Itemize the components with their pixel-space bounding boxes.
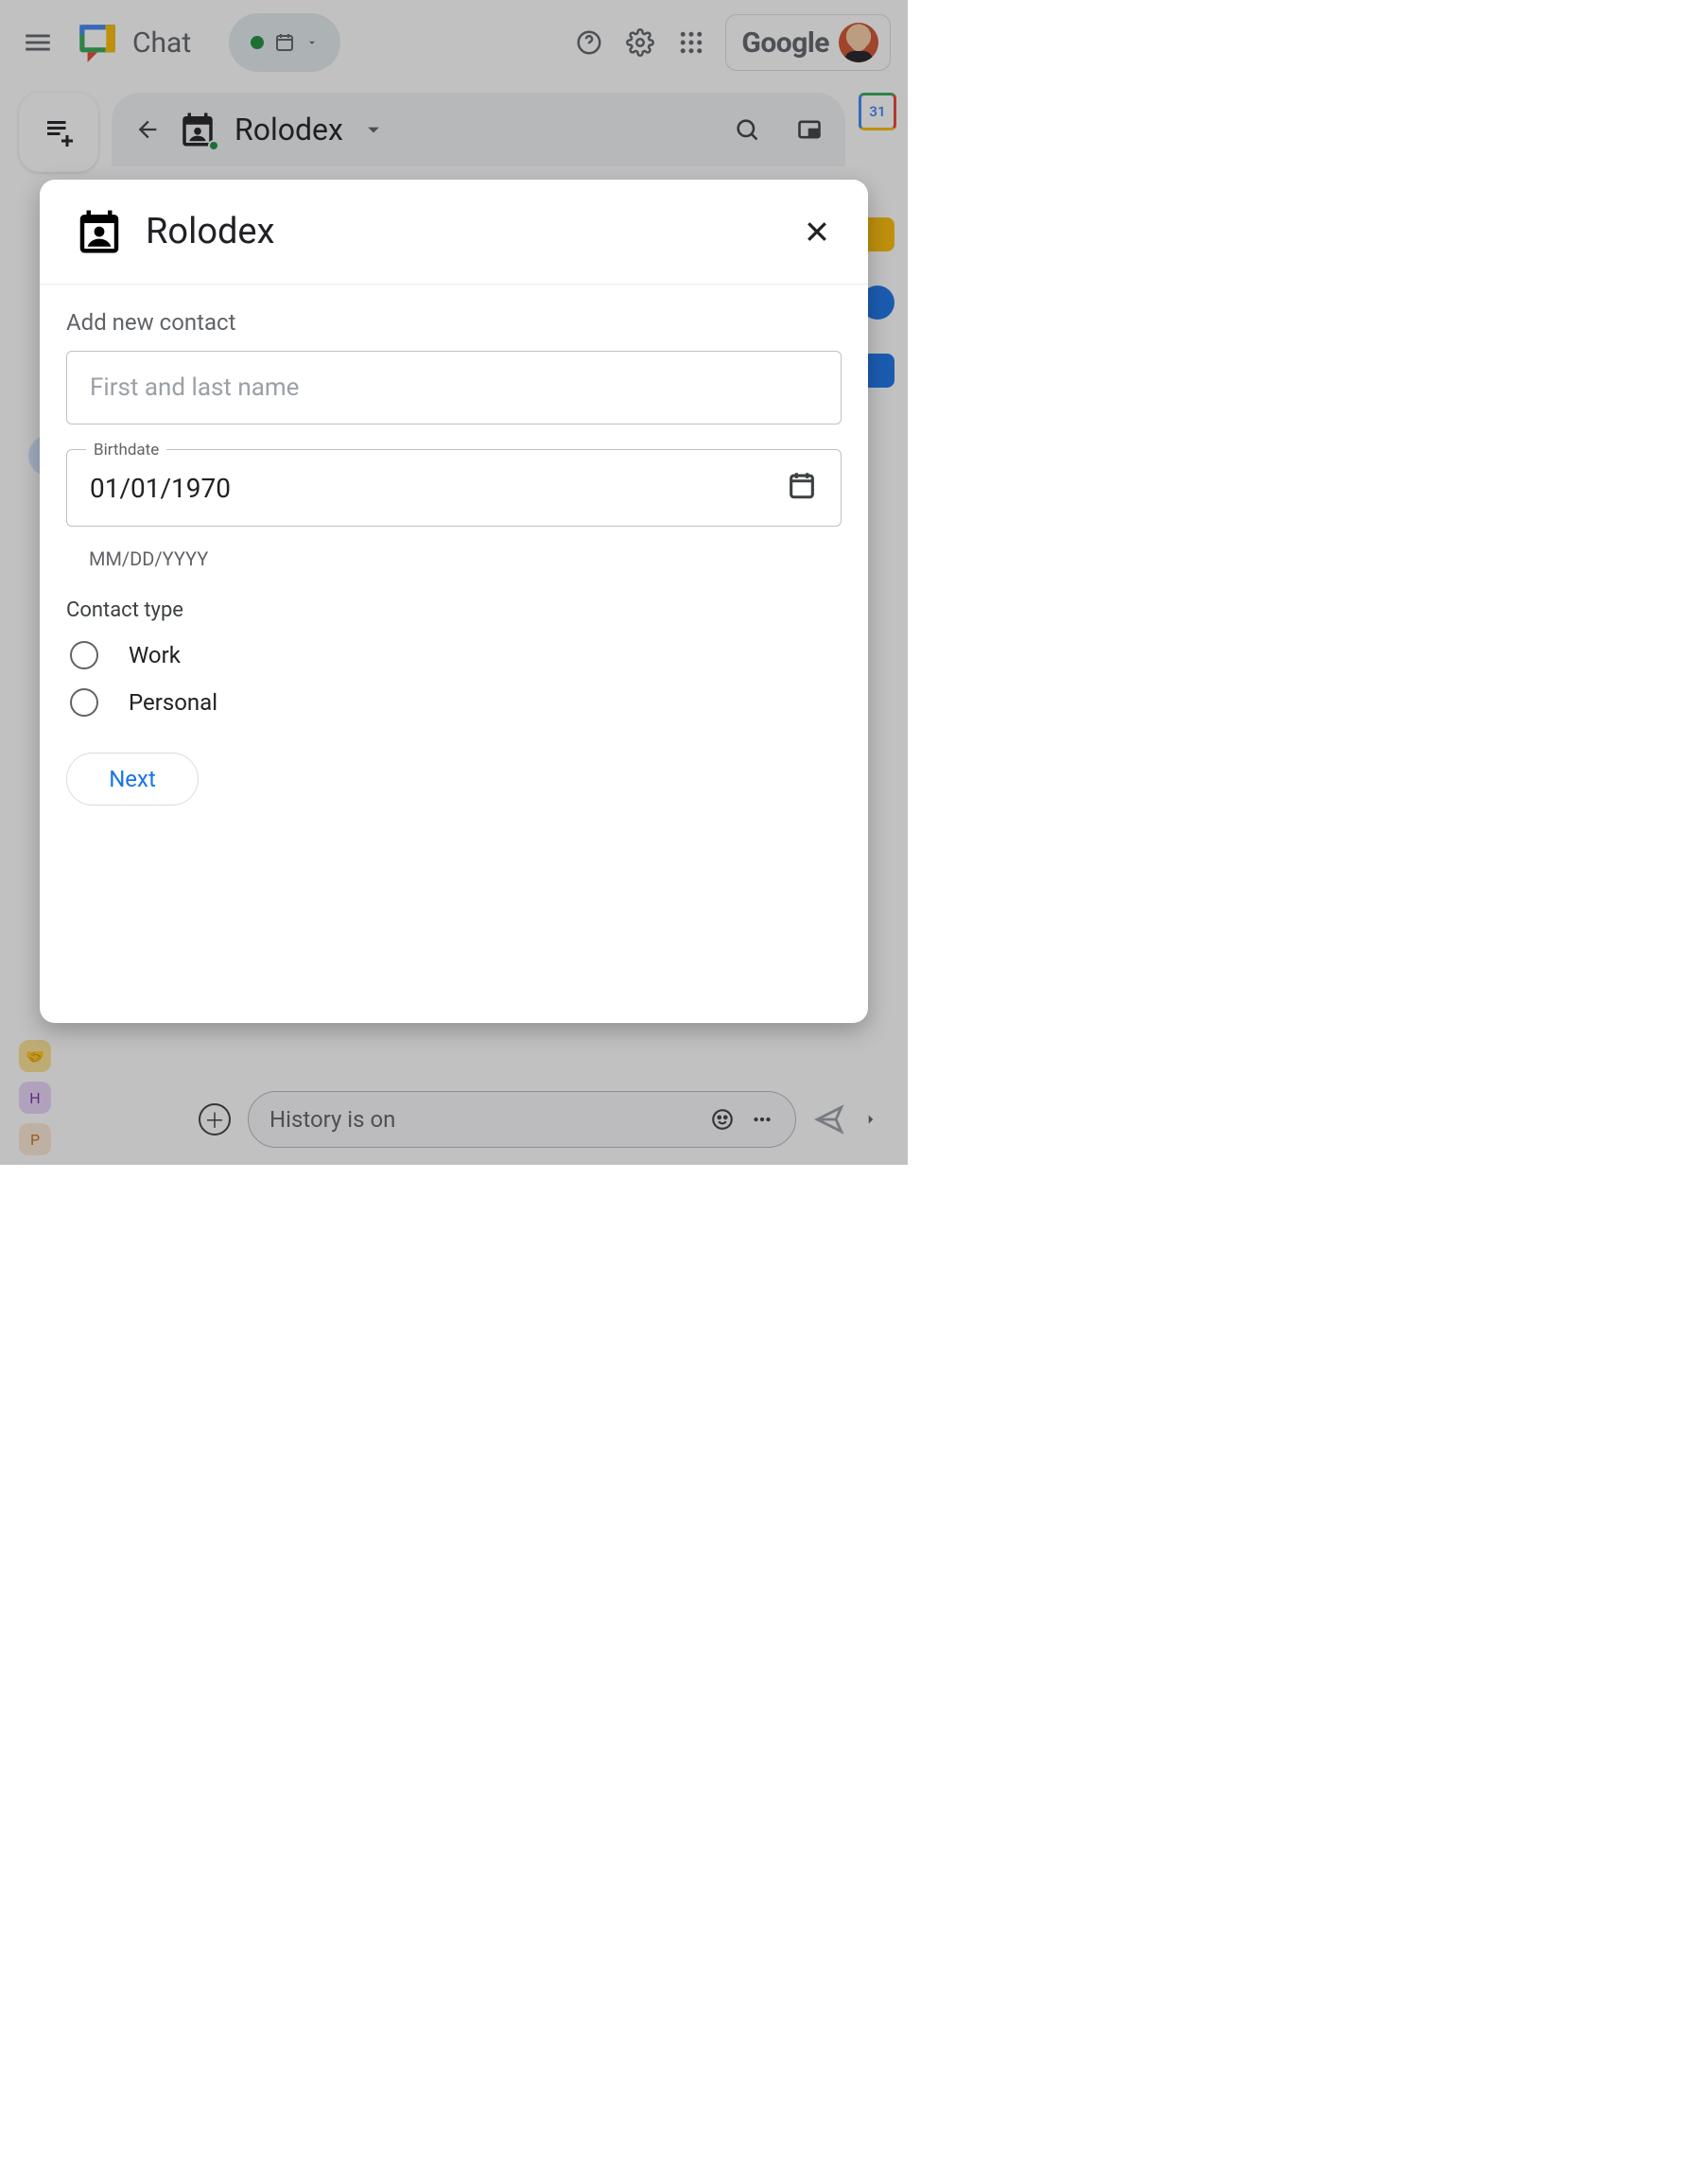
name-input[interactable]: First and last name — [66, 351, 842, 425]
next-button[interactable]: Next — [66, 753, 199, 806]
section-heading: Add new contact — [66, 309, 842, 336]
next-label: Next — [109, 766, 156, 792]
contact-type-label: Contact type — [66, 598, 842, 622]
rolodex-dialog: Rolodex Add new contact First and last n… — [40, 180, 868, 1023]
radio-work[interactable]: Work — [70, 641, 842, 669]
radio-icon — [70, 688, 98, 717]
birthdate-label: Birthdate — [86, 441, 166, 459]
birthdate-value: 01/01/1970 — [90, 473, 231, 504]
close-icon — [803, 217, 831, 246]
name-placeholder: First and last name — [90, 373, 299, 402]
date-picker-icon[interactable] — [786, 469, 818, 508]
radio-label-personal: Personal — [129, 689, 217, 716]
close-button[interactable] — [800, 215, 834, 249]
radio-personal[interactable]: Personal — [70, 688, 842, 717]
radio-icon — [70, 641, 98, 669]
rolodex-icon — [74, 206, 125, 257]
radio-label-work: Work — [129, 642, 181, 668]
dialog-header: Rolodex — [40, 180, 868, 285]
birthdate-input[interactable]: Birthdate 01/01/1970 — [66, 449, 842, 527]
birthdate-help: MM/DD/YYYY — [89, 547, 842, 570]
dialog-body: Add new contact First and last name Birt… — [40, 285, 868, 830]
dialog-title: Rolodex — [146, 211, 274, 252]
